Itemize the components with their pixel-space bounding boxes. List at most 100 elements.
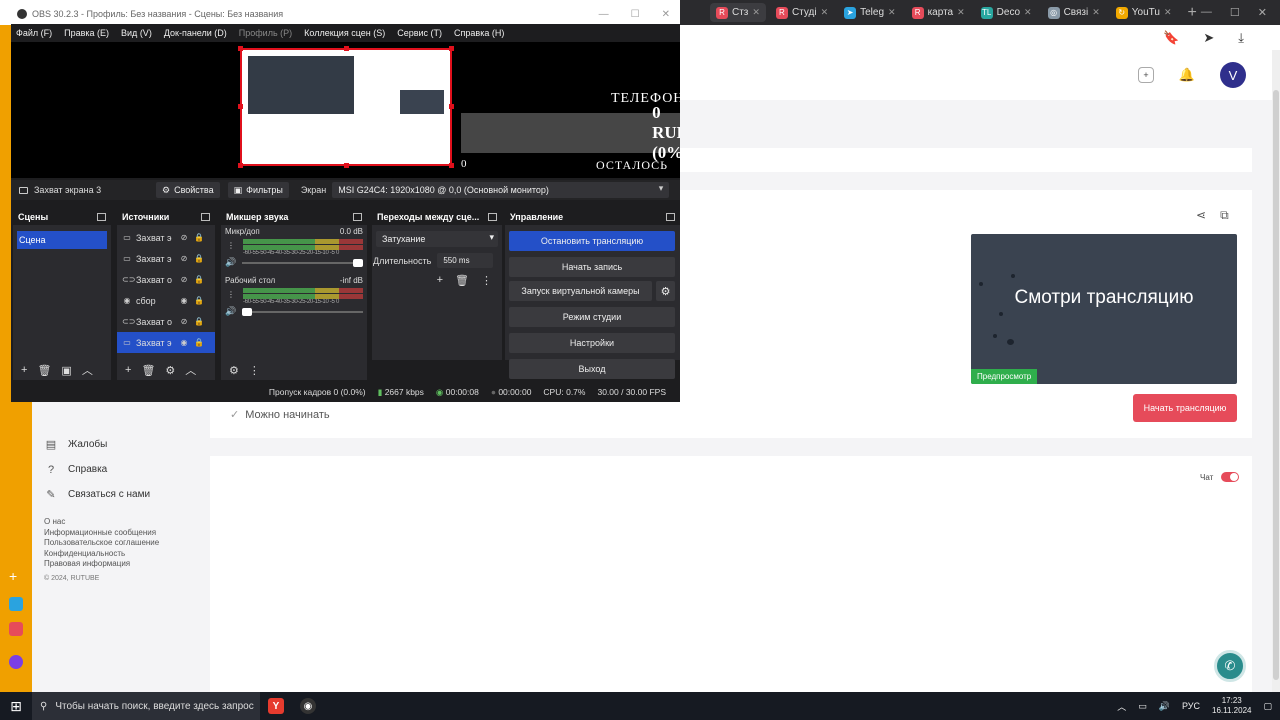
network-icon[interactable]: ▭ — [1138, 701, 1147, 712]
source-item[interactable]: ▭ Захват э ◉ 🔒 — [117, 332, 215, 353]
sidebar-app-icon[interactable] — [9, 597, 23, 611]
avatar[interactable]: V — [1220, 62, 1246, 88]
menu-item[interactable]: Правка (E) — [64, 28, 109, 38]
volume-slider[interactable] — [242, 307, 363, 316]
add-transition-icon[interactable]: + — [437, 274, 443, 287]
close-tab-icon[interactable]: ✕ — [1164, 7, 1172, 18]
footer-link[interactable]: Конфиденциальность — [44, 549, 159, 560]
language-indicator[interactable]: РУС — [1182, 701, 1200, 711]
maximize-icon[interactable]: ☐ — [631, 9, 640, 20]
gear-icon[interactable]: ⚙ — [165, 364, 175, 377]
transition-select[interactable]: Затухание — [376, 231, 498, 247]
visibility-icon[interactable]: ⊘ — [178, 233, 190, 242]
source-item[interactable]: ⊂⊃ Захват о ⊘ 🔒 — [117, 269, 215, 290]
scene-item[interactable]: Сцена — [17, 231, 107, 249]
screen-capture-source[interactable] — [238, 46, 454, 168]
volume-slider[interactable] — [242, 258, 363, 267]
properties-button[interactable]: ⚙ Свойства — [156, 182, 220, 198]
start-stream-button[interactable]: Начать трансляцию — [1133, 394, 1237, 422]
source-item[interactable]: ◉ сбор ◉ 🔒 — [117, 290, 215, 311]
upload-icon[interactable]: + — [1138, 67, 1154, 83]
browser-tab[interactable]: R Стз ✕ — [710, 3, 766, 22]
sidebar-app-icon[interactable] — [9, 622, 23, 636]
more-icon[interactable]: ⋮ — [249, 364, 260, 377]
close-icon[interactable]: ✕ — [662, 9, 670, 20]
undock-icon[interactable] — [488, 212, 497, 221]
visibility-icon[interactable]: ⊘ — [178, 317, 190, 326]
volume-icon[interactable]: 🔊 — [225, 306, 236, 317]
stop-stream-button[interactable]: Остановить трансляцию — [509, 231, 675, 251]
menu-item[interactable]: Док-панели (D) — [164, 28, 227, 38]
filter-icon[interactable]: ▣ — [61, 364, 71, 377]
undock-icon[interactable] — [353, 212, 362, 221]
share-icon[interactable]: ➤ — [1203, 30, 1214, 46]
move-up-icon[interactable]: ︿ — [185, 362, 196, 378]
lock-icon[interactable]: 🔒 — [194, 254, 204, 263]
notification-icon[interactable]: ▢ — [1263, 701, 1272, 712]
source-item[interactable]: ▭ Захват э ⊘ 🔒 — [117, 248, 215, 269]
support-chat-button[interactable]: ✆ — [1214, 650, 1246, 682]
visibility-icon[interactable]: ◉ — [178, 338, 190, 347]
menu-item[interactable]: Справка (H) — [454, 28, 504, 38]
start-recording-button[interactable]: Начать запись — [509, 257, 675, 277]
undock-icon[interactable] — [201, 212, 210, 221]
filters-button[interactable]: ▣ Фильтры — [227, 182, 289, 198]
source-item[interactable]: ⊂⊃ Захват о ⊘ 🔒 — [117, 311, 215, 332]
footer-link[interactable]: Пользовательское соглашение — [44, 538, 159, 549]
downloads-icon[interactable]: ⤓ — [1238, 30, 1244, 46]
add-panel-icon[interactable]: + — [9, 568, 17, 584]
browser-tab[interactable]: R Студі ✕ — [770, 3, 834, 22]
nav-item[interactable]: ▤ Жалобы — [44, 432, 150, 457]
visibility-icon[interactable]: ⊘ — [178, 254, 190, 263]
browser-tab[interactable]: TL Deco ✕ — [975, 3, 1038, 22]
minimize-icon[interactable]: — — [1201, 6, 1212, 19]
close-tab-icon[interactable]: ✕ — [1092, 7, 1100, 18]
undock-icon[interactable] — [97, 212, 106, 221]
nav-item[interactable]: ? Справка — [44, 457, 150, 482]
menu-item[interactable]: Вид (V) — [121, 28, 152, 38]
stream-preview[interactable]: Смотри трансляцию Предпросмотр — [971, 234, 1237, 384]
browser-tab[interactable]: ◎ Связі ✕ — [1042, 3, 1106, 22]
close-tab-icon[interactable]: ✕ — [821, 7, 829, 18]
delete-icon[interactable]: 🗑 — [37, 364, 51, 377]
virtual-camera-button[interactable]: Запуск виртуальной камеры — [509, 281, 652, 301]
share-icon[interactable]: ⋖ — [1196, 208, 1206, 223]
obs-preview[interactable]: ТЕЛЕФОН 0 RUB (0%) 0 ОСТАЛОСЬ — [11, 42, 680, 178]
taskbar-search[interactable]: ⚲ Чтобы начать поиск, введите здесь запр… — [32, 692, 260, 720]
visibility-icon[interactable]: ⊘ — [178, 275, 190, 284]
source-item[interactable]: ▭ Захват э ⊘ 🔒 — [117, 227, 215, 248]
nav-item[interactable]: ✎ Связаться с нами — [44, 482, 150, 507]
footer-link[interactable]: О нас — [44, 517, 159, 528]
close-icon[interactable]: ✕ — [1258, 6, 1267, 19]
more-icon[interactable]: ⋮ — [227, 290, 235, 299]
footer-link[interactable]: Правовая информация — [44, 559, 159, 570]
add-icon[interactable]: + — [125, 364, 131, 376]
bookmark-icon[interactable]: 🔖 — [1163, 30, 1179, 46]
duration-input[interactable]: 550 ms — [437, 253, 494, 268]
more-icon[interactable]: ⋮ — [227, 241, 235, 250]
clock[interactable]: 17:23 16.11.2024 — [1212, 696, 1251, 716]
studio-mode-button[interactable]: Режим студии — [509, 307, 675, 327]
undock-icon[interactable] — [666, 212, 675, 221]
lock-icon[interactable]: 🔒 — [194, 233, 204, 242]
move-up-icon[interactable]: ︿ — [82, 362, 93, 378]
volume-icon[interactable]: 🔊 — [225, 257, 236, 268]
close-tab-icon[interactable]: ✕ — [957, 7, 965, 18]
menu-item[interactable]: Коллекция сцен (S) — [304, 28, 385, 38]
chat-toggle[interactable] — [1221, 472, 1240, 482]
gear-icon[interactable]: ⚙ — [656, 281, 675, 301]
more-icon[interactable]: ⋮ — [481, 274, 492, 287]
menu-item[interactable]: Файл (F) — [16, 28, 52, 38]
screen-select[interactable]: MSI G24C4: 1920x1080 @ 0,0 (Основной мон… — [332, 182, 670, 198]
maximize-icon[interactable]: ☐ — [1230, 6, 1240, 19]
minimize-icon[interactable]: — — [599, 9, 609, 20]
taskbar-app-obs[interactable]: ◉ — [292, 698, 324, 714]
browser-tab[interactable]: Rкарта ✕ — [906, 3, 971, 22]
footer-link[interactable]: Информационные сообщения — [44, 528, 159, 539]
exit-button[interactable]: Выход — [509, 359, 675, 379]
delete-icon[interactable]: 🗑 — [141, 364, 155, 377]
notifications-icon[interactable]: 🔔 — [1174, 62, 1200, 88]
alice-icon[interactable] — [9, 655, 23, 669]
menu-item[interactable]: Сервис (T) — [397, 28, 442, 38]
settings-button[interactable]: Настройки — [509, 333, 675, 353]
